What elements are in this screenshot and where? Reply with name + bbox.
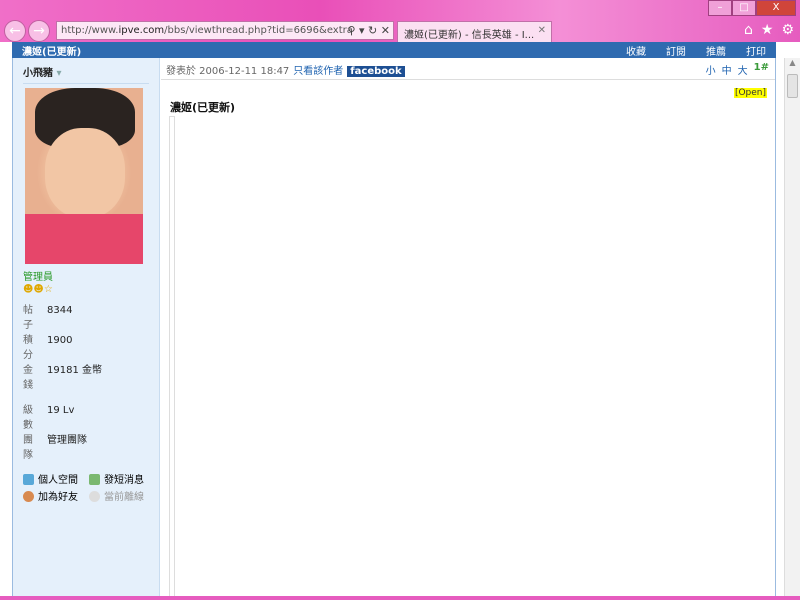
post-title: 濃姬(已更新): [170, 101, 236, 114]
search-refresh-stop-icons[interactable]: ⚲ ▾ ↻ ✕: [347, 24, 390, 37]
tab-active[interactable]: 濃姬(已更新) - 信長英雄 - I... ✕: [397, 21, 552, 42]
recommend-link[interactable]: 推薦: [706, 43, 726, 58]
scroll-up-icon: ▲: [789, 58, 796, 67]
window-border: [0, 596, 800, 600]
stat-label: 帖子: [23, 305, 33, 331]
font-small-link[interactable]: 小: [706, 62, 716, 77]
open-button[interactable]: [Open]: [733, 88, 767, 98]
font-medium-link[interactable]: 中: [722, 62, 732, 77]
add-friend-link[interactable]: 加為好友: [23, 488, 85, 503]
send-message-link[interactable]: 發短消息: [89, 471, 159, 486]
home-icon[interactable]: ⌂: [744, 22, 753, 38]
close-window-button[interactable]: X: [756, 0, 796, 16]
stat-value: 19181 金幣: [47, 365, 102, 376]
stat-label: 金錢: [23, 365, 33, 391]
thread-title: 濃姬(已更新): [22, 47, 82, 58]
close-tab-icon[interactable]: ✕: [538, 25, 546, 36]
user-sidebar: 小飛豬 ▾ 管理員 ☻☻☆ 帖子 8344 積分 1900 金錢 19181 金幣 級…: [12, 58, 160, 600]
stat-value: 管理團隊: [47, 435, 87, 446]
post-time: 發表於 2006-12-11 18:47: [166, 66, 290, 77]
minimize-button[interactable]: –: [708, 0, 732, 16]
browser-chrome: – □ X ← → http://www.ipve.com/bbs/viewth…: [0, 0, 800, 42]
home-icon: [23, 474, 34, 485]
stat-label: 團隊: [23, 435, 33, 461]
subscribe-link[interactable]: 訂閱: [666, 43, 686, 58]
username[interactable]: 小飛豬 ▾: [23, 64, 149, 84]
rank-icons: ☻☻☆: [23, 284, 53, 295]
thread-header: 濃姬(已更新) 收藏 訂閱 推薦 打印: [12, 42, 776, 58]
offline-status: 當前離線: [89, 488, 159, 503]
chevron-down-icon: ▾: [56, 68, 62, 79]
floor-number[interactable]: 1#: [754, 62, 769, 77]
post-main: 發表於 2006-12-11 18:47 只看該作者 facebook 小 中 大 …: [161, 58, 776, 600]
forward-button[interactable]: →: [28, 20, 50, 42]
user-role: 管理員: [23, 272, 53, 283]
stat-label: 積分: [23, 335, 33, 361]
scrollbar[interactable]: ▲: [784, 58, 800, 600]
font-large-link[interactable]: 大: [738, 62, 748, 77]
facebook-button[interactable]: facebook: [347, 66, 405, 77]
author-only-link[interactable]: 只看該作者: [293, 66, 343, 77]
maximize-button[interactable]: □: [732, 0, 756, 16]
stat-value: 8344: [47, 305, 73, 316]
stat-value: 19 Lv: [47, 405, 75, 416]
post-meta: 發表於 2006-12-11 18:47 只看該作者 facebook 小 中 大 …: [161, 58, 775, 80]
favorite-link[interactable]: 收藏: [626, 43, 646, 58]
print-link[interactable]: 打印: [746, 43, 766, 58]
back-button[interactable]: ←: [4, 20, 26, 42]
personal-space-link[interactable]: 個人空間: [23, 471, 85, 486]
avatar: [25, 88, 143, 264]
stat-value: 1900: [47, 335, 73, 346]
favorites-star-icon[interactable]: ★: [761, 22, 774, 38]
stat-label: 級數: [23, 405, 33, 431]
address-bar[interactable]: http://www.ipve.com/bbs/viewthread.php?t…: [56, 21, 394, 40]
user-add-icon: [23, 491, 34, 502]
gear-icon[interactable]: ⚙: [781, 22, 794, 38]
mail-icon: [89, 474, 100, 485]
scrollbar-thumb[interactable]: [787, 74, 798, 98]
post-content: [169, 116, 175, 600]
user-offline-icon: [89, 491, 100, 502]
